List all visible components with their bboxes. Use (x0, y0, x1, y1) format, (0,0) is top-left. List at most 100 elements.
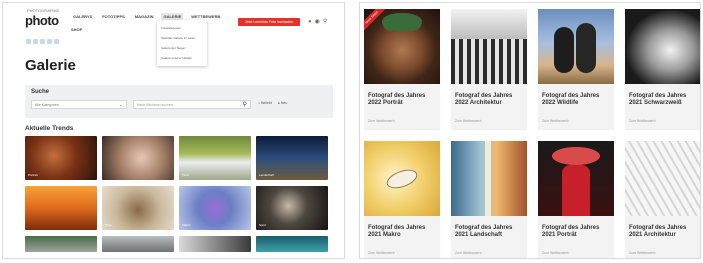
nav-item-magazin[interactable]: MAGAZIN (133, 13, 156, 20)
logo-text: photo (25, 13, 59, 28)
sort-beliebt[interactable]: ○ Beliebt (258, 101, 272, 105)
card-macro-2021[interactable]: Fotograf des Jahres 2021 Makro Zum Wettb… (364, 141, 440, 258)
sort-beliebt-label: Beliebt (261, 101, 272, 105)
mail-icon[interactable] (47, 39, 52, 44)
card-link[interactable]: Zum Wettbewerb (542, 251, 569, 255)
card-title: Fotograf des Jahres 2022 Porträt (368, 93, 426, 106)
dropdown-item[interactable]: Gaststar-Galerie im Leser (157, 33, 207, 43)
nav-item-galerie[interactable]: GALERIE (161, 13, 184, 20)
hat-shape (552, 147, 600, 165)
nav-item-wettbewerb[interactable]: WETTBEWERB (189, 13, 222, 20)
card-image: Neue Sieger (364, 9, 440, 84)
share-bar (26, 39, 59, 44)
card-image (451, 9, 527, 84)
thumb-caption: Tiere (105, 223, 112, 227)
thumb-caption: Portrait (28, 173, 38, 177)
search-panel: Suche Alle Kategorien ⌄ Nach Stichwort su… (25, 85, 333, 118)
thumb-boxing[interactable]: Sport (256, 186, 328, 230)
card-link[interactable]: Zum Wettbewerb (368, 251, 395, 255)
card-title: Fotograf des Jahres 2021 Landschaft (455, 225, 513, 238)
card-landscape-2021[interactable]: Fotograf des Jahres 2021 Landschaft Zum … (451, 141, 527, 258)
dress-shape (562, 165, 590, 216)
nav-item-fototipps[interactable]: FOTOTIPPS (100, 13, 127, 20)
search-icon[interactable]: ⚲ (323, 18, 327, 26)
trend-grid: Portrait Tiere Landschaft Tiere Makro Sp… (25, 136, 328, 252)
thumb-bw[interactable] (179, 236, 251, 252)
card-image (538, 141, 614, 216)
card-bw-2021[interactable]: Fotograf des Jahres 2021 Schwarzweiß Zum… (625, 9, 700, 129)
card-title: Fotograf des Jahres 2021 Schwarzweiß (629, 93, 687, 106)
category-select-value: Alle Kategorien (35, 103, 59, 107)
sort-neu-label: Neu (280, 101, 288, 105)
main-nav: GALERYS FOTOTIPPS MAGAZIN GALERIE WETTBE… (71, 13, 222, 20)
site-logo[interactable]: PHOTOGRAPHIE photo (25, 8, 59, 28)
card-architecture-2021[interactable]: Fotograf des Jahres 2021 Architektur Zum… (625, 141, 700, 258)
card-link[interactable]: Zum Wettbewerb (455, 119, 482, 123)
sort-options: ○ Beliebt ● Neu (258, 101, 287, 105)
thumb-street[interactable] (102, 236, 174, 252)
card-title: Fotograf des Jahres 2022 Architektur (455, 93, 513, 106)
card-architecture-2022[interactable]: Fotograf des Jahres 2022 Architektur Zum… (451, 9, 527, 129)
hat-shape (382, 13, 422, 31)
camera-icon[interactable]: ● (308, 18, 312, 26)
page-title: Galerie (25, 57, 76, 74)
thumb-teal[interactable] (256, 236, 328, 252)
card-portrait-2021[interactable]: Fotograf des Jahres 2021 Porträt Zum Wet… (538, 141, 614, 258)
card-title: Fotograf des Jahres 2022 Wildlife (542, 93, 600, 106)
search-placeholder: Nach Stichwort suchen (137, 103, 173, 107)
card-link[interactable]: Zum Wettbewerb (455, 251, 482, 255)
thumb-portrait[interactable]: Portrait (25, 136, 97, 180)
card-portrait-2022[interactable]: Neue Sieger Fotograf des Jahres 2022 Por… (364, 9, 440, 129)
thumb-caption: Tiere (182, 173, 189, 177)
waterfall-shape (485, 141, 491, 216)
thumb-caption: Makro (182, 223, 191, 227)
contest-card-grid: Neue Sieger Fotograf des Jahres 2022 Por… (364, 9, 700, 258)
contest-cards-screenshot: Neue Sieger Fotograf des Jahres 2022 Por… (359, 2, 701, 259)
card-title: Fotograf des Jahres 2021 Makro (368, 225, 426, 238)
butterfly-shape (384, 166, 420, 192)
card-image (625, 9, 700, 84)
facebook-icon[interactable] (26, 39, 31, 44)
card-wildlife-2022[interactable]: Fotograf des Jahres 2022 Wildlife Zum We… (538, 9, 614, 129)
thumb-hands[interactable] (102, 136, 174, 180)
user-icon[interactable]: ◉ (315, 18, 320, 26)
card-title: Fotograf des Jahres 2021 Architektur (629, 225, 687, 238)
dropdown-item[interactable]: Galerie unserer Helden (157, 53, 207, 63)
card-link[interactable]: Zum Wettbewerb (542, 119, 569, 123)
twitter-icon[interactable] (33, 39, 38, 44)
chevron-down-icon: ⌄ (118, 102, 123, 108)
search-input[interactable]: Nach Stichwort suchen ⚲ (133, 100, 251, 109)
card-link[interactable]: Zum Wettbewerb (629, 251, 656, 255)
nav-item-galerys[interactable]: GALERYS (71, 13, 94, 20)
card-link[interactable]: Zum Wettbewerb (629, 119, 656, 123)
card-image (538, 9, 614, 84)
sort-neu[interactable]: ● Neu (278, 101, 288, 105)
share-icon[interactable] (54, 39, 59, 44)
card-title: Fotograf des Jahres 2021 Porträt (542, 225, 600, 238)
gallery-page-screenshot: PHOTOGRAPHIE photo GALERYS FOTOTIPPS MAGA… (2, 2, 345, 259)
thumb-fox[interactable]: Tiere (179, 136, 251, 180)
logo-subtitle: PHOTOGRAPHIE (27, 8, 60, 13)
search-icon[interactable]: ⚲ (243, 101, 247, 110)
category-select[interactable]: Alle Kategorien ⌄ (31, 100, 127, 109)
galerie-dropdown: Fotokategorien Gaststar-Galerie im Leser… (157, 20, 207, 66)
card-image (364, 141, 440, 216)
pinterest-icon[interactable] (40, 39, 45, 44)
upload-photo-button[interactable]: Jetzt Leserfoto Foto hochladen (238, 18, 300, 26)
card-image (625, 141, 700, 216)
nav-item-shop[interactable]: SHOP (71, 27, 82, 32)
penguin-right (576, 23, 596, 73)
thumb-caption: Sport (259, 223, 267, 227)
search-label: Suche (31, 89, 50, 95)
thumb-desert[interactable] (25, 186, 97, 230)
thumb-night-sky[interactable]: Landschaft (256, 136, 328, 180)
penguin-left (554, 27, 574, 73)
thumb-crocus[interactable]: Makro (179, 186, 251, 230)
dropdown-item[interactable]: Galerie der Sieger (157, 43, 207, 53)
dropdown-item[interactable]: Fotokategorien (157, 23, 207, 33)
header-icons: ● ◉ ⚲ (308, 18, 327, 26)
thumb-iguana[interactable]: Tiere (102, 186, 174, 230)
card-link[interactable]: Zum Wettbewerb (368, 119, 395, 123)
thumb-car[interactable] (25, 236, 97, 252)
card-image (451, 141, 527, 216)
